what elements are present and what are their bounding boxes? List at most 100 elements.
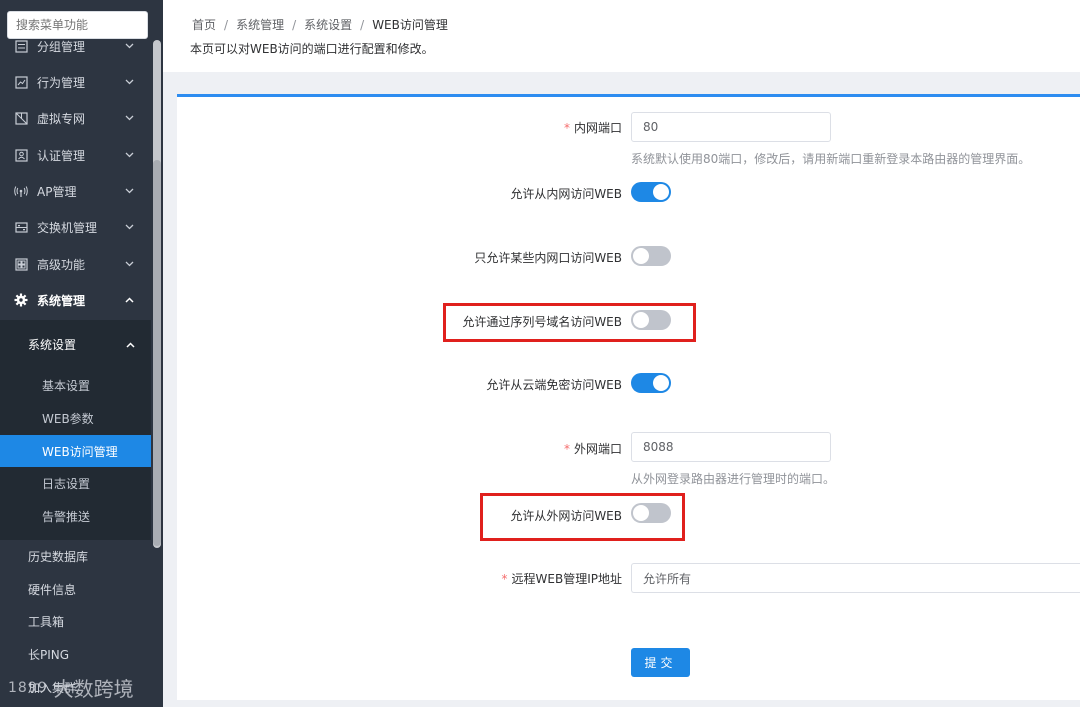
remote-ip-input[interactable]: 允许所有: [631, 563, 1080, 593]
breadcrumb: 首页 / 系统管理 / 系统设置 / WEB访问管理: [192, 16, 448, 33]
sidebar-item-label: 交换机管理: [37, 220, 98, 235]
toggle-knob: [633, 505, 649, 521]
sidebar-item-label: 日志设置: [42, 476, 91, 491]
allow-lan-web-label: 允许从内网访问WEB: [510, 187, 622, 201]
advanced-icon: [14, 257, 28, 271]
sidebar-item-label: 长PING: [28, 647, 70, 662]
sidebar-item-alert-push[interactable]: 告警推送: [0, 500, 151, 532]
lan-port-label-text: 内网端口: [573, 121, 622, 135]
switch-icon: [14, 220, 28, 234]
allow-lan-web-toggle[interactable]: [631, 182, 671, 202]
sidebar-item-auth[interactable]: 认证管理: [0, 137, 151, 173]
sidebar-item-label: AP管理: [37, 184, 77, 199]
breadcrumb-separator: /: [360, 17, 365, 32]
chevron-down-icon: [123, 224, 135, 230]
allow-wan-web-label: 允许从外网访问WEB: [510, 509, 622, 523]
chevron-down-icon: [123, 115, 135, 121]
sidebar-item-basic-settings[interactable]: 基本设置: [0, 369, 151, 401]
sidebar-item-label: 告警推送: [42, 509, 91, 524]
search-input[interactable]: [8, 12, 163, 38]
sidebar-item-label: 行为管理: [37, 75, 86, 90]
toggle-knob: [633, 312, 649, 328]
gear-icon: [14, 293, 28, 307]
sidebar-item-behavior[interactable]: 行为管理: [0, 64, 151, 100]
allow-cloud-label: 允许从云端免密访问WEB: [486, 378, 622, 392]
toggle-knob: [653, 375, 669, 391]
allow-serial-domain-toggle[interactable]: [631, 310, 671, 330]
sidebar-item-web-access[interactable]: WEB访问管理: [0, 435, 151, 467]
chevron-down-icon: [123, 79, 135, 85]
search-box: [7, 11, 163, 39]
breadcrumb-separator: /: [292, 17, 297, 32]
lan-port-input[interactable]: 80: [631, 112, 831, 142]
vpn-icon: [14, 111, 28, 125]
lan-port-hint: 系统默认使用80端口，修改后，请用新端口重新登录本路由器的管理界面。: [631, 152, 1031, 166]
sidebar-item-history-db[interactable]: 历史数据库: [0, 540, 151, 572]
watermark: 1899 大数跨境: [8, 673, 134, 702]
wan-port-label: * 外网端口: [564, 440, 622, 457]
sidebar-item-vpn[interactable]: 虚拟专网: [0, 100, 151, 136]
sidebar-item-system-settings[interactable]: 系统设置: [0, 327, 151, 361]
sidebar-item-toolbox[interactable]: 工具箱: [0, 605, 151, 637]
watermark-text: 大数跨境: [53, 677, 134, 701]
chevron-down-icon: [123, 43, 135, 49]
wan-port-input[interactable]: 8088: [631, 432, 831, 462]
allow-cloud-toggle[interactable]: [631, 373, 671, 393]
wan-port-label-text: 外网端口: [573, 442, 622, 456]
toggle-knob: [653, 184, 669, 200]
ap-icon: [14, 184, 28, 198]
lan-port-label: * 内网端口: [564, 119, 622, 136]
sidebar-item-label: 认证管理: [37, 148, 86, 163]
sidebar-item-switch[interactable]: 交换机管理: [0, 209, 151, 245]
watermark-logo: 1899: [8, 679, 48, 696]
page-header: 首页 / 系统管理 / 系统设置 / WEB访问管理 本页可以对WEB访问的端口…: [163, 0, 1080, 72]
toggle-knob: [633, 248, 649, 264]
behavior-icon: [14, 75, 28, 89]
required-asterisk: *: [563, 442, 570, 456]
sidebar-item-label: 硬件信息: [28, 582, 77, 597]
submenu-title: 系统设置: [28, 337, 77, 352]
sidebar-item-log-settings[interactable]: 日志设置: [0, 467, 151, 499]
breadcrumb-system-management[interactable]: 系统管理: [236, 16, 284, 33]
sidebar-item-long-ping[interactable]: 长PING: [0, 638, 151, 670]
required-asterisk: *: [501, 572, 508, 586]
wan-port-hint: 从外网登录路由器进行管理时的端口。: [631, 472, 836, 486]
sidebar-item-label: 基本设置: [42, 378, 91, 393]
sidebar-item-label: WEB参数: [42, 411, 94, 426]
sidebar-item-ap[interactable]: AP管理: [0, 173, 151, 209]
sidebar-item-label: 分组管理: [37, 39, 86, 54]
sidebar-item-label: 历史数据库: [28, 549, 89, 564]
chevron-down-icon: [123, 188, 135, 194]
sidebar-scrollbar-thumb[interactable]: [153, 160, 161, 546]
sidebar-item-hardware[interactable]: 硬件信息: [0, 573, 151, 605]
auth-icon: [14, 148, 28, 162]
allow-some-lan-toggle[interactable]: [631, 246, 671, 266]
chevron-up-icon: [126, 337, 135, 351]
allow-wan-web-toggle[interactable]: [631, 503, 671, 523]
remote-ip-label: * 远程WEB管理IP地址: [502, 570, 622, 587]
remote-ip-label-text: 远程WEB管理IP地址: [511, 572, 622, 586]
sidebar-item-label: 虚拟专网: [37, 111, 86, 126]
form-panel: [177, 94, 1080, 700]
allow-serial-domain-label: 允许通过序列号域名访问WEB: [462, 315, 622, 329]
breadcrumb-separator: /: [224, 17, 229, 32]
sidebar-item-system[interactable]: 系统管理: [0, 282, 151, 318]
page-description: 本页可以对WEB访问的端口进行配置和修改。: [190, 42, 434, 56]
breadcrumb-current: WEB访问管理: [372, 18, 448, 32]
sidebar: 分组管理 行为管理 虚拟专网 认证管理 AP: [0, 0, 163, 707]
breadcrumb-system-settings[interactable]: 系统设置: [304, 16, 352, 33]
sidebar-item-web-params[interactable]: WEB参数: [0, 402, 151, 434]
required-asterisk: *: [563, 121, 570, 135]
chevron-up-icon: [123, 297, 135, 303]
sidebar-item-advanced[interactable]: 高级功能: [0, 246, 151, 282]
sidebar-item-label: WEB访问管理: [42, 444, 118, 459]
sidebar-item-label: 高级功能: [37, 257, 86, 272]
submit-button[interactable]: 提交: [631, 648, 690, 677]
allow-some-lan-label: 只允许某些内网口访问WEB: [474, 251, 622, 265]
group-icon: [14, 39, 28, 53]
breadcrumb-home[interactable]: 首页: [192, 16, 216, 33]
sidebar-item-label: 工具箱: [28, 614, 65, 629]
chevron-down-icon: [123, 261, 135, 267]
chevron-down-icon: [123, 152, 135, 158]
sidebar-item-label: 系统管理: [37, 293, 86, 308]
